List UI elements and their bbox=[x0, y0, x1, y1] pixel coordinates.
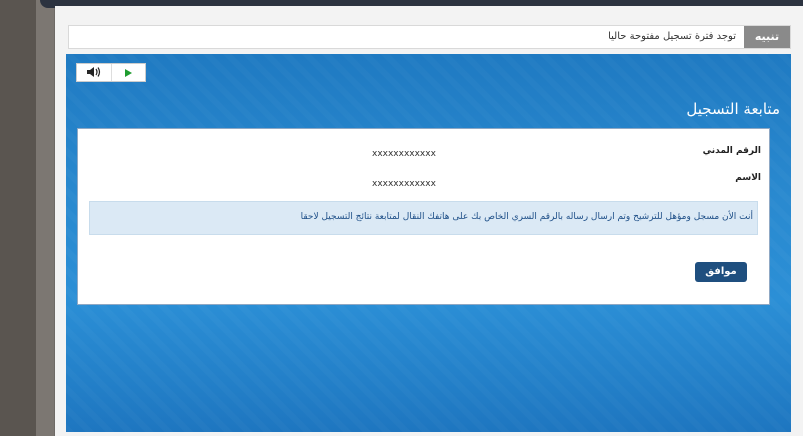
civil-id-value: xxxxxxxxxxxx bbox=[372, 149, 436, 159]
name-value: xxxxxxxxxxxx bbox=[372, 179, 436, 189]
registration-card: الرقم المدني xxxxxxxxxxxx الاسم xxxxxxxx… bbox=[77, 128, 770, 305]
play-button[interactable] bbox=[112, 64, 146, 81]
notice-badge: تنبيه هام bbox=[744, 26, 790, 65]
page-title: متابعة التسجيل bbox=[686, 100, 780, 118]
background-edge bbox=[0, 0, 54, 436]
speaker-icon bbox=[86, 63, 102, 82]
success-message: أنت الأن مسجل ومؤهل للترشيح وتم ارسال رس… bbox=[89, 201, 758, 235]
audio-controls bbox=[76, 63, 146, 82]
ok-button[interactable]: موافق bbox=[695, 262, 747, 282]
speaker-button[interactable] bbox=[77, 64, 112, 81]
main-panel: متابعة التسجيل الرقم المدني xxxxxxxxxxxx… bbox=[66, 54, 791, 432]
notice-text[interactable]: توجد فترة تسجيل مفتوحة حاليا bbox=[608, 26, 736, 48]
play-icon bbox=[124, 68, 132, 77]
success-message-text: أنت الأن مسجل ومؤهل للترشيح وتم ارسال رس… bbox=[300, 212, 753, 222]
name-label: الاسم bbox=[735, 173, 761, 183]
notice-bar: تنبيه هام توجد فترة تسجيل مفتوحة حاليا bbox=[68, 25, 791, 65]
civil-id-label: الرقم المدني bbox=[702, 146, 761, 156]
